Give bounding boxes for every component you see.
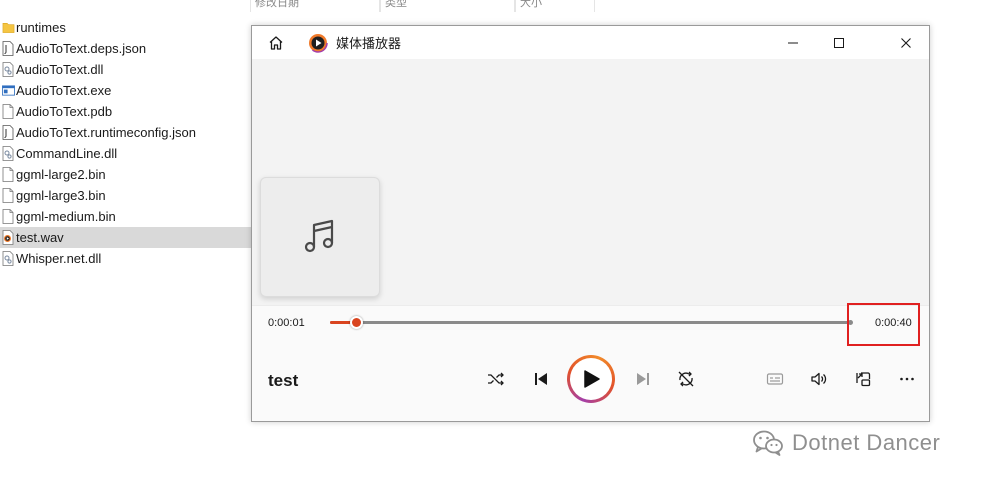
shuffle-icon [488,372,504,386]
mini-player-button[interactable] [847,363,879,395]
file-icon [2,104,14,119]
file-row[interactable]: ggml-large3.bin [0,185,252,206]
play-icon [584,370,600,388]
dll-file-icon [2,146,14,161]
shuffle-button[interactable] [480,363,512,395]
file-row[interactable]: AudioToText.exe [0,80,252,101]
file-icon [2,188,14,203]
json-file-icon [2,41,14,56]
close-button[interactable] [883,26,929,59]
close-icon [901,37,911,48]
file-row[interactable]: test.wav [0,227,252,248]
previous-icon [535,373,547,385]
folder-icon [2,20,15,35]
seek-bar-thumb[interactable] [350,316,363,329]
file-row[interactable]: ggml-medium.bin [0,206,252,227]
file-name: AudioToText.runtimeconfig.json [16,125,196,140]
file-row[interactable]: ggml-large2.bin [0,164,252,185]
file-row[interactable]: CommandLine.dll [0,143,252,164]
dll-file-icon [2,62,14,77]
repeat-off-icon [678,371,694,387]
file-name: CommandLine.dll [16,146,118,161]
previous-button[interactable] [525,363,557,395]
file-name: ggml-large3.bin [16,188,106,203]
file-row[interactable]: AudioToText.deps.json [0,38,252,59]
volume-button[interactable] [803,363,835,395]
album-art-area [252,59,929,305]
more-icon [900,377,914,381]
watermark-text: Dotnet Dancer [792,430,941,455]
file-name: ggml-medium.bin [16,209,116,224]
more-options-button[interactable] [891,363,923,395]
next-icon [637,373,649,385]
minimize-button[interactable] [770,26,816,59]
app-title: 媒体播放器 [336,36,402,51]
file-name: runtimes [16,20,66,35]
file-name: AudioToText.deps.json [16,41,147,56]
repeat-button[interactable] [670,363,702,395]
mini-player-icon [856,372,871,387]
total-time-highlight-box [847,303,920,346]
file-name: test.wav [16,230,64,245]
media-player-window: 媒体播放器 0:00:01 0:00:40 test [251,25,930,422]
next-button[interactable] [627,363,659,395]
current-time: 0:00:01 [268,317,305,329]
column-header-type[interactable]: 类型 [380,0,515,12]
json-file-icon [2,125,14,140]
playback-controls: 0:00:01 0:00:40 test [252,303,929,421]
audio-file-icon [2,230,14,245]
dll-file-icon [2,251,14,266]
file-row[interactable]: AudioToText.dll [0,59,252,80]
file-row[interactable]: Whisper.net.dll [0,248,252,269]
file-name: AudioToText.pdb [16,104,113,119]
file-name: AudioToText.dll [16,62,104,77]
music-note-icon [304,219,334,253]
file-name: ggml-large2.bin [16,167,106,182]
file-list: runtimes AudioToText.deps.json AudioToText… [0,17,252,269]
exe-file-icon [2,83,15,98]
column-headers: 修改日期 类型 大小 [250,0,595,12]
watermark: Dotnet Dancer [752,429,940,457]
file-name: AudioToText.exe [16,83,112,98]
file-row[interactable]: runtimes [0,17,252,38]
seek-bar[interactable] [330,316,853,329]
file-icon [2,209,14,224]
home-button[interactable] [264,31,288,55]
maximize-icon [834,37,844,48]
column-header-modified[interactable]: 修改日期 [250,0,380,12]
maximize-button[interactable] [816,26,862,59]
play-button[interactable] [567,355,615,403]
file-row[interactable]: AudioToText.runtimeconfig.json [0,122,252,143]
file-icon [2,167,14,182]
media-player-logo-icon [308,32,328,53]
wechat-icon [753,430,783,456]
minimize-icon [788,42,798,43]
track-title: test [268,371,299,390]
captions-button[interactable] [759,363,791,395]
column-header-size[interactable]: 大小 [515,0,595,12]
volume-icon [811,372,827,386]
album-art [260,177,380,297]
title-bar: 媒体播放器 [252,26,929,59]
captions-icon [766,373,784,385]
file-row[interactable]: AudioToText.pdb [0,101,252,122]
home-icon [269,35,283,50]
file-name: Whisper.net.dll [16,251,102,266]
